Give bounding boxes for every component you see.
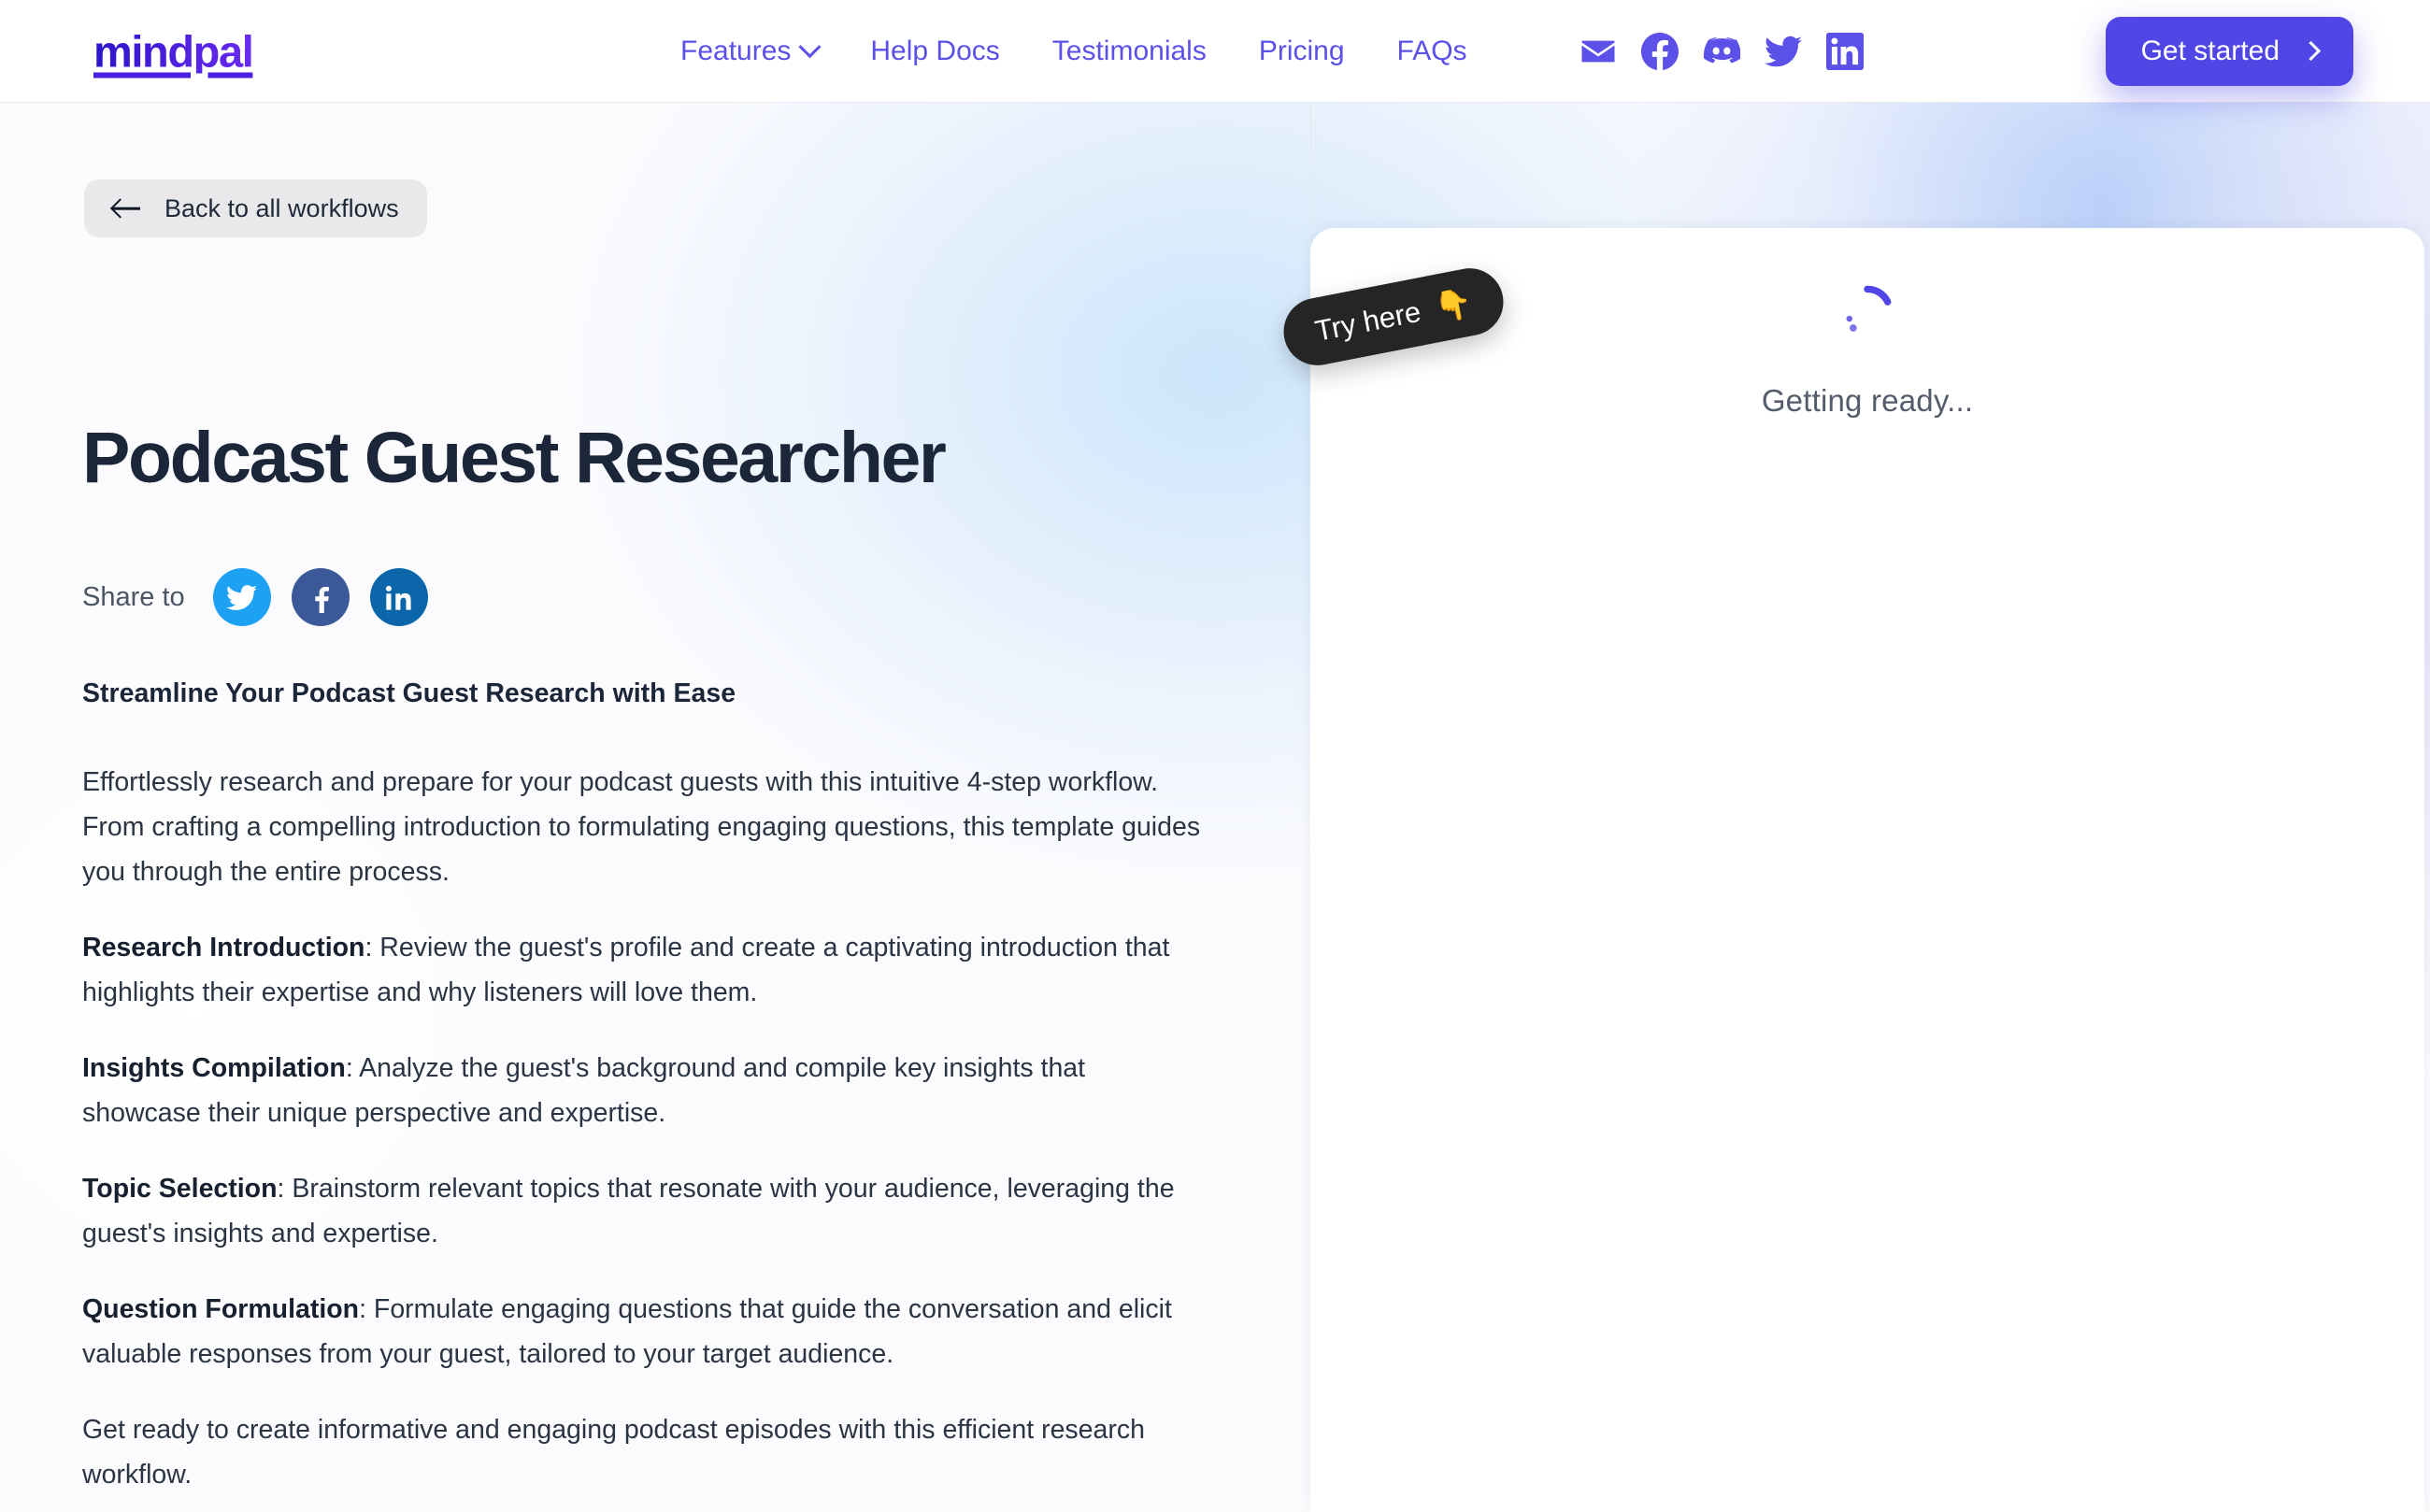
linkedin-icon[interactable] bbox=[1826, 32, 1864, 70]
share-label: Share to bbox=[82, 581, 185, 612]
workflow-description: Streamline Your Podcast Guest Research w… bbox=[82, 671, 1204, 1512]
nav-item-features[interactable]: Features bbox=[654, 35, 844, 66]
get-started-button[interactable]: Get started bbox=[2105, 16, 2353, 86]
paragraph-bold-lead: Research Introduction bbox=[82, 933, 365, 963]
nav-item-testimonials[interactable]: Testimonials bbox=[1026, 36, 1233, 65]
description-paragraph: Question Formulation: Formulate engaging… bbox=[82, 1287, 1204, 1376]
nav-item-faqs[interactable]: FAQs bbox=[1371, 36, 1494, 65]
description-paragraph: Topic Selection: Brainstorm relevant top… bbox=[82, 1166, 1204, 1256]
paragraph-text: Get ready to create informative and enga… bbox=[82, 1415, 1145, 1490]
workflow-preview-panel[interactable]: Getting ready... bbox=[1310, 228, 2424, 1512]
pointing-down-icon: 👇 bbox=[1432, 285, 1475, 326]
chevron-down-icon bbox=[798, 36, 822, 59]
back-button-label: Back to all workflows bbox=[164, 193, 399, 222]
nav-item-pricing[interactable]: Pricing bbox=[1233, 36, 1371, 65]
description-paragraph: Insights Compilation: Analyze the guest'… bbox=[82, 1046, 1204, 1135]
logo-mindpal[interactable]: mindpal bbox=[93, 29, 254, 73]
paragraph-bold-lead: Question Formulation bbox=[82, 1294, 360, 1324]
chevron-right-icon bbox=[2300, 40, 2322, 62]
site-header: mindpal Features Help Docs Testimonials … bbox=[0, 0, 2430, 103]
description-lead: Streamline Your Podcast Guest Research w… bbox=[82, 678, 736, 708]
loading-text: Getting ready... bbox=[1761, 383, 1974, 418]
header-social-links bbox=[1580, 32, 1864, 70]
paragraph-bold-lead: Topic Selection bbox=[82, 1174, 278, 1204]
facebook-icon[interactable] bbox=[1641, 32, 1679, 70]
discord-icon[interactable] bbox=[1703, 33, 1740, 70]
back-to-all-workflows-button[interactable]: Back to all workflows bbox=[84, 179, 427, 237]
paragraph-bold-lead: Insights Compilation bbox=[82, 1053, 346, 1083]
email-icon[interactable] bbox=[1580, 33, 1617, 70]
nav-item-help-docs[interactable]: Help Docs bbox=[844, 36, 1025, 65]
page-body: Back to all workflows Podcast Guest Rese… bbox=[0, 103, 2430, 1512]
try-here-label: Try here bbox=[1312, 294, 1423, 348]
page-title: Podcast Guest Researcher bbox=[82, 418, 947, 498]
facebook-icon bbox=[315, 586, 330, 613]
facebook-share-button[interactable] bbox=[291, 568, 350, 626]
nav-item-features-label: Features bbox=[680, 35, 792, 66]
twitter-icon[interactable] bbox=[1765, 33, 1802, 70]
arrow-left-icon bbox=[112, 198, 140, 219]
page-root: mindpal Features Help Docs Testimonials … bbox=[0, 0, 2430, 1512]
get-started-label: Get started bbox=[2140, 35, 2280, 66]
twitter-share-button[interactable] bbox=[212, 568, 271, 626]
description-paragraph: Research Introduction: Review the guest'… bbox=[82, 925, 1204, 1015]
main-nav: Features Help Docs Testimonials Pricing … bbox=[654, 35, 1494, 66]
linkedin-share-button[interactable] bbox=[369, 568, 428, 626]
description-paragraph: Effortlessly research and prepare for yo… bbox=[82, 760, 1204, 894]
paragraph-text: Effortlessly research and prepare for yo… bbox=[82, 767, 1201, 887]
description-paragraph: Get ready to create informative and enga… bbox=[82, 1407, 1204, 1497]
workflow-detail-column: Back to all workflows Podcast Guest Rese… bbox=[0, 103, 1310, 1512]
loading-spinner-icon bbox=[1838, 282, 1896, 340]
twitter-icon bbox=[226, 584, 258, 610]
linkedin-icon bbox=[386, 585, 411, 610]
share-row: Share to bbox=[82, 568, 428, 626]
